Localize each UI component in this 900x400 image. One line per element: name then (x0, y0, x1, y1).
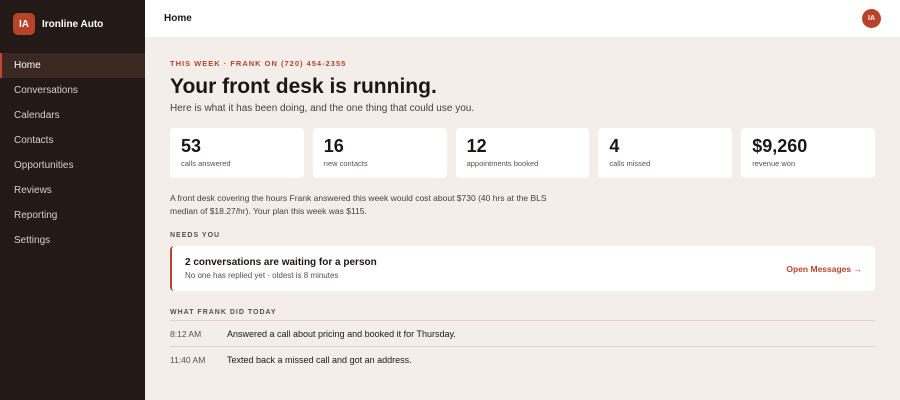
stat-value: 4 (609, 136, 620, 156)
cost-note-line-2: median of $18.27/hr). Your plan this wee… (170, 206, 367, 216)
sidebar-item-opportunities[interactable]: Opportunities (0, 153, 145, 178)
sidebar-nav: Home Conversations Calendars Contacts Op… (0, 53, 145, 253)
stat-label: calls missed (609, 159, 651, 168)
needs-you-card: 2 conversations are waiting for a person… (170, 246, 875, 291)
stat-card-appointments-booked: 12 appointments booked (455, 128, 590, 178)
stat-label: calls answered (181, 159, 231, 168)
activity-item: 8:12 AM Answered a call about pricing an… (170, 321, 875, 347)
hero-eyebrow: THIS WEEK · FRANK ON (720) 454-2355 (170, 59, 347, 68)
needs-you-label: NEEDS YOU (170, 232, 221, 239)
stat-label: new contacts (323, 159, 368, 168)
activity-item: 11:40 AM Texted back a missed call and g… (170, 347, 875, 373)
sidebar-item-home[interactable]: Home (0, 53, 145, 78)
sidebar-item-contacts[interactable]: Contacts (0, 128, 145, 153)
avatar[interactable]: IA (862, 9, 881, 28)
stat-value: 12 (466, 136, 487, 156)
stat-card-calls-answered: 53 calls answered (170, 128, 304, 178)
cost-note: A front desk covering the hours Frank an… (170, 192, 570, 218)
hero-headline: Your front desk is running. (170, 75, 437, 98)
needs-you-title: 2 conversations are waiting for a person (185, 257, 377, 268)
stat-label: appointments booked (466, 159, 539, 168)
activity-time: 11:40 AM (170, 355, 206, 365)
main-content: THIS WEEK · FRANK ON (720) 454-2355 Your… (170, 37, 875, 373)
sidebar-item-reviews[interactable]: Reviews (0, 178, 145, 203)
activity-label: WHAT FRANK DID TODAY (170, 309, 875, 321)
sidebar-item-conversations[interactable]: Conversations (0, 78, 145, 103)
sidebar-item-settings[interactable]: Settings (0, 228, 145, 253)
activity-list: 8:12 AM Answered a call about pricing an… (170, 321, 875, 373)
stat-card-new-contacts: 16 new contacts (312, 128, 447, 178)
cost-note-line-1: A front desk covering the hours Frank an… (170, 193, 547, 203)
activity-text: Texted back a missed call and got an add… (227, 355, 412, 365)
stats-row: 53 calls answered 16 new contacts 12 app… (170, 128, 875, 178)
brand[interactable]: IA Ironline Auto (0, 0, 145, 48)
needs-you-subtitle: No one has replied yet · oldest is 8 min… (185, 271, 339, 280)
needs-you-text: 2 conversations are waiting for a person… (185, 257, 377, 280)
stat-value: 53 (181, 136, 202, 156)
stat-card-revenue-won: $9,260 revenue won (741, 128, 875, 178)
brand-name: Ironline Auto (42, 18, 104, 30)
sidebar-item-calendars[interactable]: Calendars (0, 103, 145, 128)
stat-card-calls-missed: 4 calls missed (598, 128, 733, 178)
stat-value: $9,260 (752, 136, 808, 156)
sidebar: IA Ironline Auto Home Conversations Cale… (0, 0, 145, 400)
stat-label: revenue won (752, 159, 796, 168)
page-title: Home (164, 13, 192, 24)
stat-value: 16 (323, 136, 344, 156)
sidebar-item-reporting[interactable]: Reporting (0, 203, 145, 228)
activity-text: Answered a call about pricing and booked… (227, 328, 456, 339)
hero-subline: Here is what it has been doing, and the … (170, 103, 475, 114)
topbar: Home IA (145, 0, 900, 37)
open-messages-link[interactable]: Open Messages → (786, 264, 862, 274)
brand-logo: IA (13, 13, 35, 35)
activity-time: 8:12 AM (170, 328, 202, 339)
